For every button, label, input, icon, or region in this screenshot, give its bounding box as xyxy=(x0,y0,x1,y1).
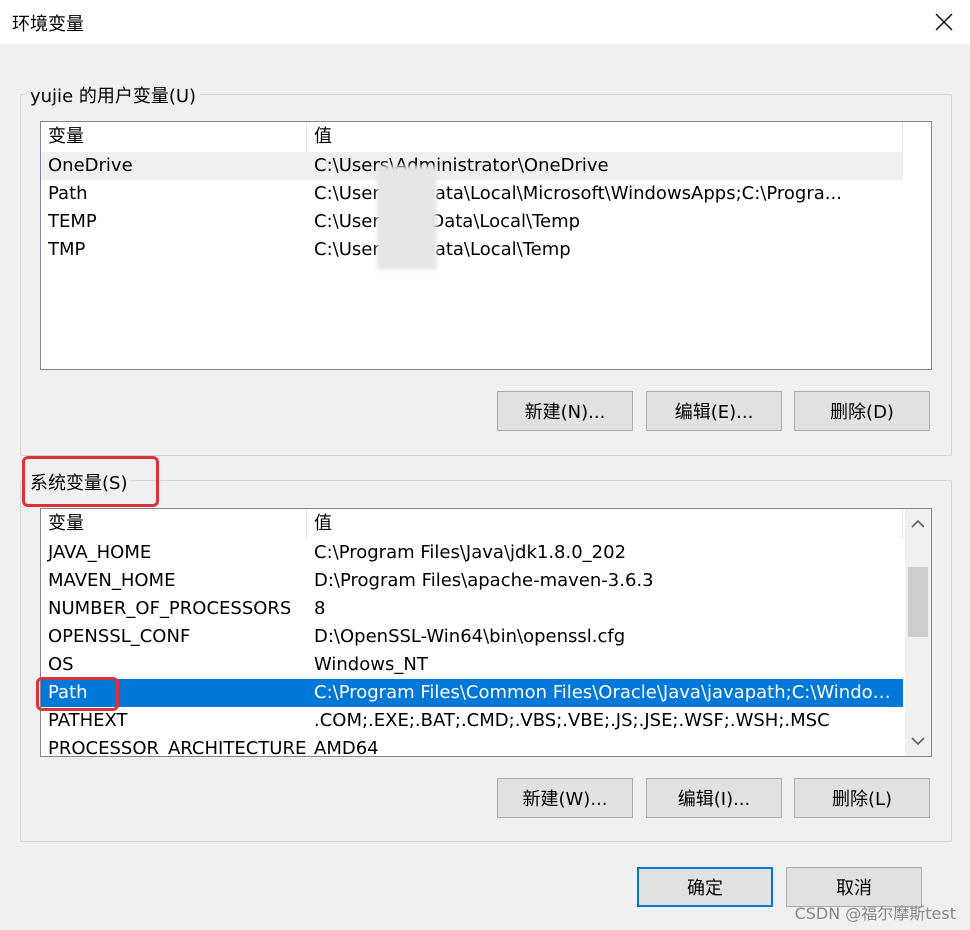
close-icon xyxy=(935,13,953,31)
close-button[interactable] xyxy=(918,0,970,44)
column-header-variable[interactable]: 变量 xyxy=(41,509,307,539)
column-header-value[interactable]: 值 xyxy=(307,509,903,539)
list-body: JAVA_HOME C:\Program Files\Java\jdk1.8.0… xyxy=(41,539,903,757)
scroll-down-button[interactable] xyxy=(905,726,931,756)
var-name: Path xyxy=(48,682,88,703)
chevron-down-icon xyxy=(911,737,925,746)
var-name: OS xyxy=(48,654,74,675)
column-header-variable[interactable]: 变量 xyxy=(41,122,307,152)
user-new-button[interactable]: 新建(N)... xyxy=(497,391,633,431)
vertical-scrollbar[interactable] xyxy=(905,509,931,756)
var-name: PATHEXT xyxy=(48,710,128,731)
scroll-up-button[interactable] xyxy=(905,509,931,539)
table-row[interactable]: PATHEXT .COM;.EXE;.BAT;.CMD;.VBS;.VBE;.J… xyxy=(41,707,903,735)
var-name: OneDrive xyxy=(48,155,133,176)
table-row[interactable]: TEMP C:\Users\AppData\Local\Temp xyxy=(41,208,903,236)
list-header: 变量 值 xyxy=(41,122,903,152)
watermark: CSDN @福尔摩斯test xyxy=(794,904,956,923)
system-edit-button[interactable]: 编辑(I)... xyxy=(646,778,782,818)
var-name: OPENSSL_CONF xyxy=(48,626,191,647)
ok-button[interactable]: 确定 xyxy=(637,867,773,907)
system-vars-label: 系统变量(S) xyxy=(26,469,132,495)
var-name: TMP xyxy=(48,239,86,260)
table-row-selected[interactable]: Path C:\Program Files\Common Files\Oracl… xyxy=(41,679,903,707)
table-row[interactable]: Path C:\User\AppData\Local\Microsoft\Win… xyxy=(41,180,903,208)
user-vars-list[interactable]: 变量 值 OneDrive C:\Users\Administrator\One… xyxy=(40,121,932,370)
var-value: 8 xyxy=(314,598,326,619)
var-value: C:\Program Files\Common Files\Oracle\Jav… xyxy=(314,682,903,703)
user-edit-button[interactable]: 编辑(E)... xyxy=(646,391,782,431)
user-vars-label: yujie 的用户变量(U) xyxy=(26,82,201,108)
system-new-button[interactable]: 新建(W)... xyxy=(497,778,633,818)
scroll-thumb[interactable] xyxy=(908,567,928,637)
title-bar: 环境变量 xyxy=(0,0,970,44)
var-value: D:\Program Files\apache-maven-3.6.3 xyxy=(314,570,654,591)
var-name: MAVEN_HOME xyxy=(48,570,176,591)
var-name: TEMP xyxy=(48,211,97,232)
table-row[interactable]: OS Windows_NT xyxy=(41,651,903,679)
var-name: PROCESSOR_ARCHITECTURE xyxy=(48,738,307,757)
var-value: Windows_NT xyxy=(314,654,428,675)
table-row[interactable]: OneDrive C:\Users\Administrator\OneDrive xyxy=(41,152,903,180)
var-value: D:\OpenSSL-Win64\bin\openssl.cfg xyxy=(314,626,626,647)
var-value: AMD64 xyxy=(314,738,379,757)
var-name: Path xyxy=(48,183,88,204)
system-delete-button[interactable]: 删除(L) xyxy=(794,778,930,818)
table-row[interactable]: OPENSSL_CONF D:\OpenSSL-Win64\bin\openss… xyxy=(41,623,903,651)
table-row[interactable]: MAVEN_HOME D:\Program Files\apache-maven… xyxy=(41,567,903,595)
table-row[interactable]: TMP C:\User\AppData\Local\Temp xyxy=(41,236,903,264)
chevron-up-icon xyxy=(911,519,925,528)
var-name: JAVA_HOME xyxy=(48,542,152,563)
user-delete-button[interactable]: 删除(D) xyxy=(794,391,930,431)
column-header-value[interactable]: 值 xyxy=(307,122,903,152)
privacy-blur xyxy=(377,166,437,270)
var-value: .COM;.EXE;.BAT;.CMD;.VBS;.VBE;.JS;.JSE;.… xyxy=(314,710,830,731)
list-body: OneDrive C:\Users\Administrator\OneDrive… xyxy=(41,152,903,264)
window-title: 环境变量 xyxy=(12,14,84,35)
table-row[interactable]: JAVA_HOME C:\Program Files\Java\jdk1.8.0… xyxy=(41,539,903,567)
system-vars-list[interactable]: 变量 值 JAVA_HOME C:\Program Files\Java\jdk… xyxy=(40,508,932,757)
table-row[interactable]: NUMBER_OF_PROCESSORS 8 xyxy=(41,595,903,623)
var-value: C:\Program Files\Java\jdk1.8.0_202 xyxy=(314,542,627,563)
var-name: NUMBER_OF_PROCESSORS xyxy=(48,598,292,619)
table-row[interactable]: PROCESSOR_ARCHITECTURE AMD64 xyxy=(41,735,903,757)
list-header: 变量 值 xyxy=(41,509,903,539)
